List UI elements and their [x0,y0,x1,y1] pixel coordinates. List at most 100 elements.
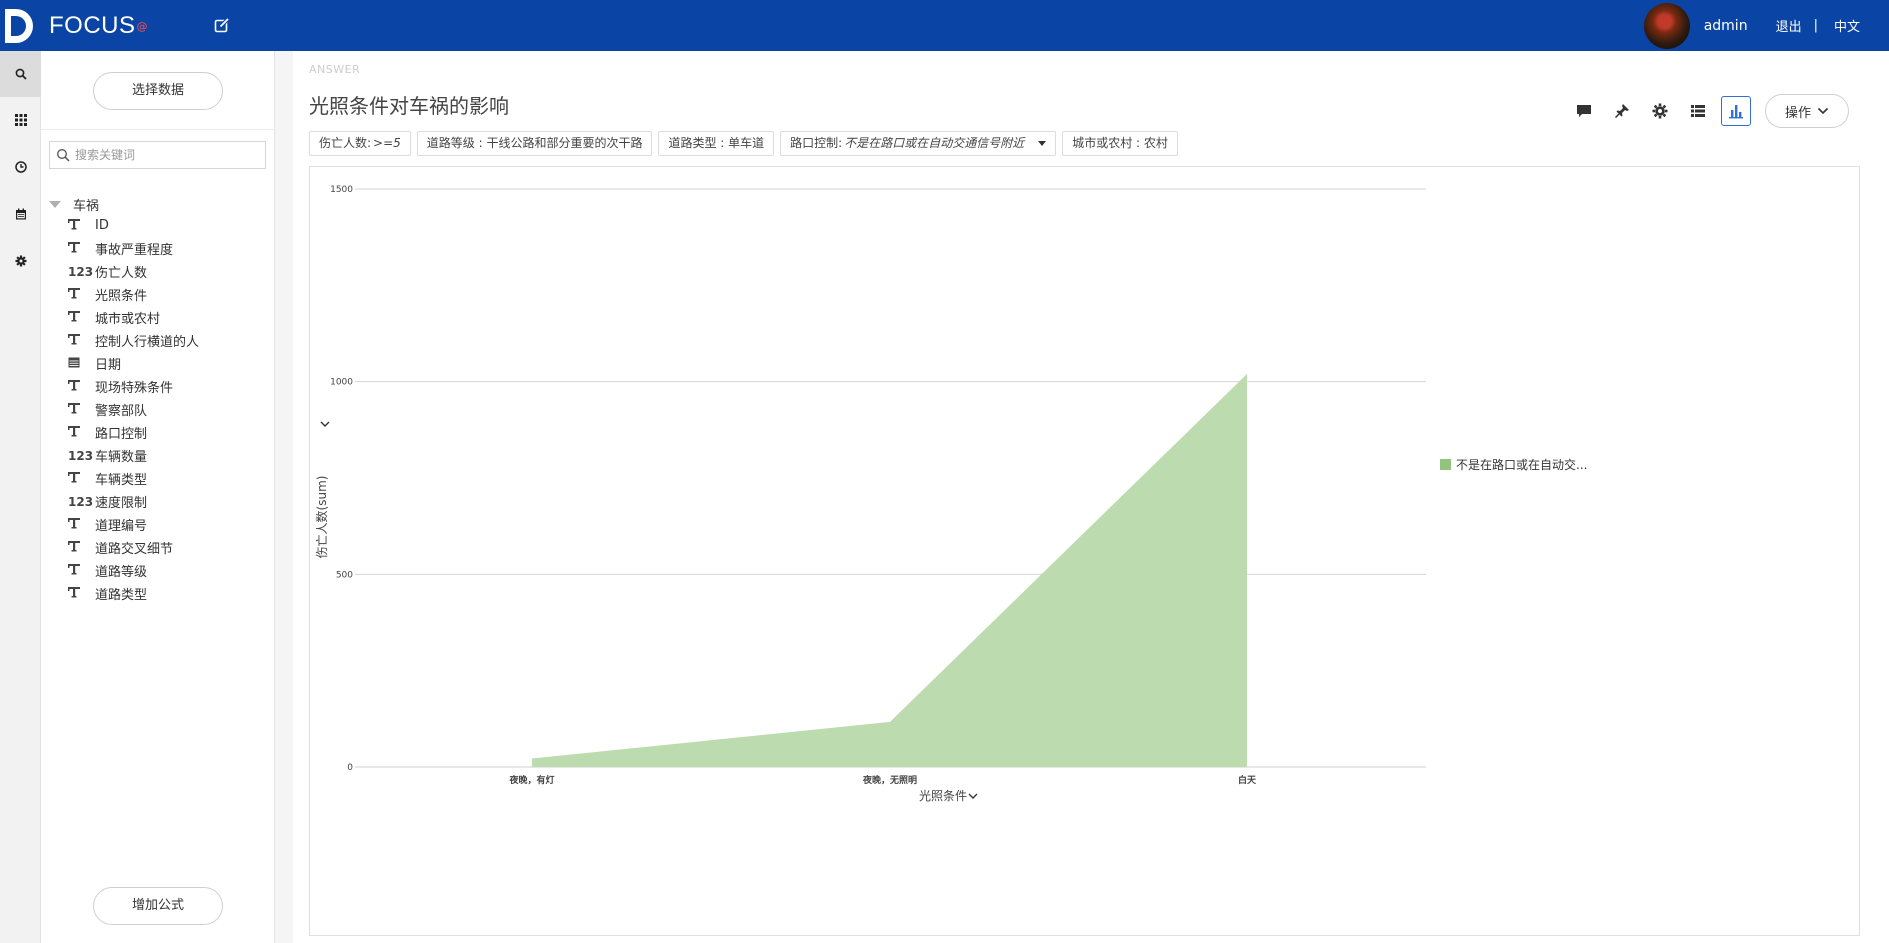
field-label: 光照条件 [95,289,148,304]
number-type-icon: 123 [68,494,94,509]
field-label: 日期 [95,358,122,373]
text-type-icon [68,333,95,348]
area-chart: 0 500 1000 1500 夜晚，有灯 夜晚，无照明 白天光照条件 伤亡人数(sum) 不是… [314,185,1587,803]
table-view-button[interactable] [1683,96,1713,126]
chart-toolbar: 操作 [1561,94,1849,128]
y-tick-label: 1000 [330,378,353,388]
field-item[interactable]: 道路类型 [68,582,199,605]
focus-logo[interactable]: FOCUS @ [2,7,148,45]
field-item[interactable]: 车辆类型 [68,467,199,490]
filter-value: 不是在路口或在自动交通信号附近 [844,136,1025,150]
filter-chip[interactable]: 道路类型 : 单车道 [658,131,775,156]
field-label: 道路交叉细节 [95,542,174,557]
search-input[interactable] [75,146,260,164]
text-type-icon [68,379,95,394]
field-item[interactable]: 道理编号 [68,513,199,536]
field-label: 车辆类型 [95,473,148,488]
x-axis-label[interactable]: 光照条件 [919,789,967,803]
grid-icon [14,114,27,126]
avatar[interactable] [1643,2,1690,49]
chevron-down-icon[interactable] [968,793,978,799]
field-item[interactable]: 123 车辆数量 [68,444,199,467]
text-type-icon [68,310,95,325]
field-item[interactable]: 现场特殊条件 [68,375,199,398]
field-item[interactable]: 123 速度限制 [68,490,199,513]
field-item[interactable]: 道路等级 [68,559,199,582]
filter-chip[interactable]: 道路等级 : 干线公路和部分重要的次干路 [416,131,653,156]
field-item[interactable]: 123 伤亡人数 [68,260,199,283]
field-label: 车辆数量 [95,450,148,465]
filter-key: 路口控制: [790,136,843,150]
calendar-icon [15,208,26,220]
left-nav-rail [0,51,41,943]
operations-dropdown[interactable]: 操作 [1765,94,1849,128]
rail-settings[interactable] [0,238,41,284]
field-label: 警察部队 [95,404,148,419]
logo-sup: @ [136,19,148,33]
comment-button[interactable] [1569,96,1599,126]
field-label: 伤亡人数 [95,266,148,281]
keyword-search[interactable] [49,141,266,169]
y-tick-label: 500 [336,570,353,580]
panel-divider [41,129,275,130]
field-item[interactable]: 光照条件 [68,283,199,306]
gear-icon [15,255,26,267]
text-type-icon [68,471,95,486]
page-title: 光照条件对车祸的影响 [309,94,509,118]
field-item[interactable]: 路口控制 [68,421,199,444]
filter-value: >=5 [373,136,401,150]
rail-calendar[interactable] [0,191,41,237]
answer-tag: ANSWER [309,63,361,76]
y-tick-label: 1500 [330,185,353,195]
legend-swatch [1440,459,1451,470]
header-user-area: admin 退出 | 中文 [1643,0,1889,51]
text-type-icon [68,586,95,601]
username[interactable]: admin [1704,18,1748,34]
legend-label[interactable]: 不是在路口或在自动交... [1456,457,1587,472]
filter-chip[interactable]: 路口控制: 不是在路口或在自动交通信号附近 [780,131,1057,156]
tree-root-car-accident[interactable]: 车祸 [49,194,99,214]
field-label: 控制人行横道的人 [95,335,200,350]
field-label: 道路类型 [95,588,148,603]
field-label: 城市或农村 [95,312,161,327]
add-formula-button[interactable]: 增加公式 [93,887,223,925]
rail-grid[interactable] [0,97,41,143]
text-type-icon [68,402,95,417]
edit-icon[interactable] [213,16,231,34]
language-switch[interactable]: 中文 [1834,16,1860,35]
chevron-down-icon[interactable] [320,421,330,427]
bar-chart-icon [1729,105,1743,119]
rail-history[interactable] [0,144,41,190]
area-series[interactable] [532,373,1247,767]
field-item[interactable]: 日期 [68,352,199,375]
field-item[interactable]: 城市或农村 [68,306,199,329]
field-item[interactable]: 事故严重程度 [68,237,199,260]
x-tick-label: 夜晚，有灯 [508,774,554,786]
pin-button[interactable] [1607,96,1637,126]
field-label: ID [95,218,109,233]
filter-chip[interactable]: 伤亡人数: >=5 [309,131,411,156]
caret-down-icon[interactable] [49,200,61,208]
tree-root-label: 车祸 [73,198,100,214]
select-data-button[interactable]: 选择数据 [93,72,223,110]
chart-container: 0 500 1000 1500 夜晚，有灯 夜晚，无照明 白天 光照条件 伤亡人数(sum) 不是… [309,166,1860,936]
chart-view-button[interactable] [1721,96,1751,126]
gear-icon [1652,103,1668,119]
field-label: 事故严重程度 [95,243,174,258]
filter-chip[interactable]: 城市或农村 : 农村 [1062,131,1178,156]
logout-link[interactable]: 退出 [1776,16,1802,35]
field-item[interactable]: 警察部队 [68,398,199,421]
rail-search[interactable] [0,51,41,97]
field-item[interactable]: 道路交叉细节 [68,536,199,559]
field-label: 道理编号 [95,519,148,534]
text-type-icon [68,563,95,578]
field-item[interactable]: ID [68,214,199,237]
caret-down-icon[interactable] [1038,141,1047,146]
x-tick-label: 白天 [1238,774,1257,786]
filter-key: 伤亡人数: [319,136,372,150]
field-item[interactable]: 控制人行横道的人 [68,329,199,352]
number-type-icon: 123 [68,264,94,279]
y-axis-label[interactable]: 伤亡人数(sum) [314,476,329,559]
filter-key: 道路等级 : 干线公路和部分重要的次干路 [426,136,643,150]
settings-button[interactable] [1645,96,1675,126]
